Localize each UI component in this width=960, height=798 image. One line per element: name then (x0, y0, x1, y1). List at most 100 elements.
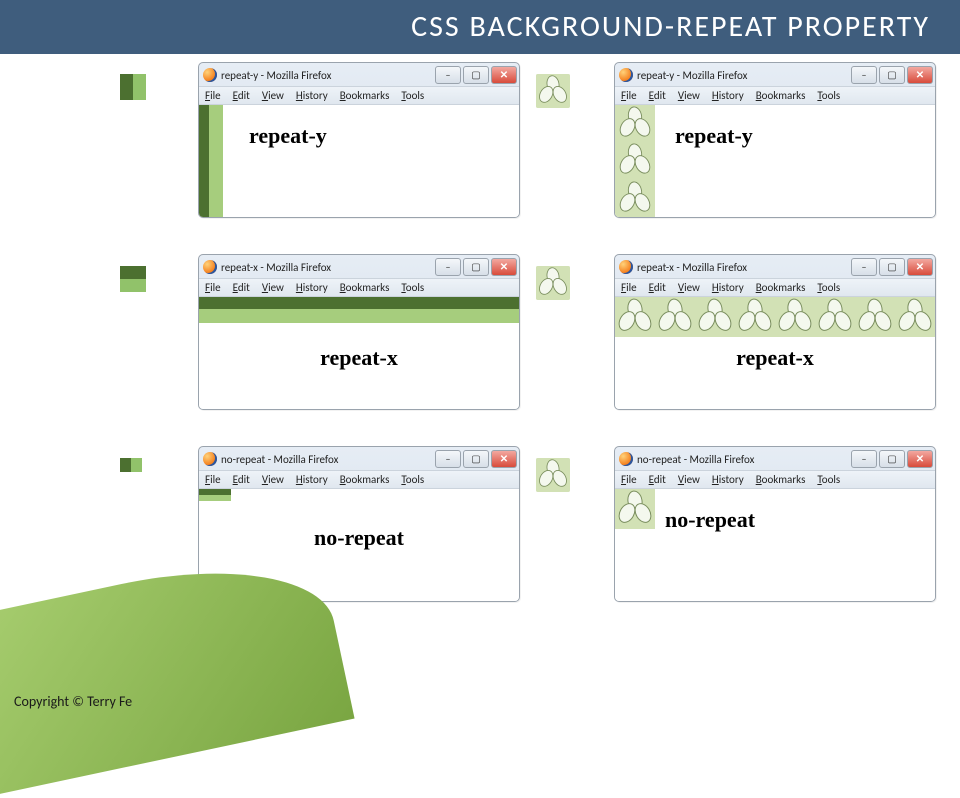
close-button[interactable]: ✕ (907, 66, 933, 84)
copyright-text: Copyright © Terry Fe (14, 693, 132, 710)
minimize-button[interactable]: – (851, 450, 877, 468)
bg-stripe-dark (199, 105, 209, 217)
window-titlebar: no-repeat - Mozilla Firefox – ▢ ✕ (199, 447, 519, 470)
browser-window-repeat-y-flower: repeat-y - Mozilla Firefox – ▢ ✕ File Ed… (614, 62, 936, 218)
window-titlebar: repeat-x - Mozilla Firefox – ▢ ✕ (199, 255, 519, 278)
menu-file[interactable]: File (621, 89, 637, 102)
demo-label: no-repeat (199, 525, 519, 551)
menu-view[interactable]: View (678, 89, 700, 102)
menu-history[interactable]: History (712, 89, 744, 102)
menu-edit[interactable]: Edit (649, 473, 666, 486)
menu-edit[interactable]: Edit (649, 89, 666, 102)
firefox-icon (619, 452, 633, 466)
slide: CSS BACKGROUND-REPEAT PROPERTY repeat-y … (0, 0, 960, 720)
minimize-button[interactable]: – (435, 450, 461, 468)
firefox-icon (203, 452, 217, 466)
window-title: no-repeat - Mozilla Firefox (221, 453, 435, 466)
menu-tools[interactable]: Tools (401, 89, 424, 102)
close-button[interactable]: ✕ (491, 450, 517, 468)
demo-label: no-repeat (665, 507, 755, 533)
menu-bookmarks[interactable]: Bookmarks (756, 89, 806, 102)
menu-tools[interactable]: Tools (401, 281, 424, 294)
menu-edit[interactable]: Edit (233, 89, 250, 102)
viewport: no-repeat (615, 489, 935, 601)
slide-title: CSS BACKGROUND-REPEAT PROPERTY (0, 0, 960, 54)
maximize-button[interactable]: ▢ (879, 66, 905, 84)
menu-bookmarks[interactable]: Bookmarks (756, 473, 806, 486)
menu-history[interactable]: History (296, 281, 328, 294)
bullet-swatch-no-repeat (120, 458, 142, 472)
flower-icon (536, 458, 570, 492)
firefox-icon (203, 260, 217, 274)
menu-view[interactable]: View (678, 473, 700, 486)
menu-file[interactable]: File (205, 473, 221, 486)
menu-view[interactable]: View (678, 281, 700, 294)
bg-swatch-light (199, 495, 231, 501)
bg-flower-column (615, 105, 655, 217)
demo-label: repeat-y (675, 123, 753, 149)
menu-tools[interactable]: Tools (817, 473, 840, 486)
window-titlebar: repeat-y - Mozilla Firefox – ▢ ✕ (615, 63, 935, 86)
menu-tools[interactable]: Tools (817, 89, 840, 102)
menu-view[interactable]: View (262, 281, 284, 294)
minimize-button[interactable]: – (851, 66, 877, 84)
maximize-button[interactable]: ▢ (463, 66, 489, 84)
menu-view[interactable]: View (262, 473, 284, 486)
menu-tools[interactable]: Tools (817, 281, 840, 294)
maximize-button[interactable]: ▢ (463, 258, 489, 276)
menu-bookmarks[interactable]: Bookmarks (756, 281, 806, 294)
close-button[interactable]: ✕ (907, 258, 933, 276)
menu-file[interactable]: File (205, 89, 221, 102)
bullet-swatch-repeat-y (120, 74, 146, 100)
close-button[interactable]: ✕ (907, 450, 933, 468)
flower-icon (536, 74, 570, 108)
browser-window-repeat-y-color: repeat-y - Mozilla Firefox – ▢ ✕ File Ed… (198, 62, 520, 218)
window-title: repeat-x - Mozilla Firefox (637, 261, 851, 274)
menu-bar: File Edit View History Bookmarks Tools (199, 86, 519, 105)
bullet-swatch-flower (536, 458, 570, 492)
minimize-button[interactable]: – (435, 66, 461, 84)
menu-edit[interactable]: Edit (233, 281, 250, 294)
bg-flower-single (615, 489, 655, 529)
bg-flower-row (615, 297, 935, 337)
menu-file[interactable]: File (621, 473, 637, 486)
menu-view[interactable]: View (262, 89, 284, 102)
viewport: repeat-x (199, 297, 519, 409)
firefox-icon (619, 68, 633, 82)
menu-file[interactable]: File (621, 281, 637, 294)
menu-file[interactable]: File (205, 281, 221, 294)
close-button[interactable]: ✕ (491, 66, 517, 84)
maximize-button[interactable]: ▢ (879, 258, 905, 276)
window-title: repeat-y - Mozilla Firefox (637, 69, 851, 82)
menu-tools[interactable]: Tools (401, 473, 424, 486)
menu-edit[interactable]: Edit (233, 473, 250, 486)
menu-bookmarks[interactable]: Bookmarks (340, 89, 390, 102)
bg-stripe-light (209, 105, 223, 217)
maximize-button[interactable]: ▢ (879, 450, 905, 468)
flower-icon (536, 266, 570, 300)
maximize-button[interactable]: ▢ (463, 450, 489, 468)
minimize-button[interactable]: – (851, 258, 877, 276)
bullet-swatch-repeat-x (120, 266, 146, 292)
menu-bar: File Edit View History Bookmarks Tools (615, 470, 935, 489)
menu-history[interactable]: History (296, 89, 328, 102)
firefox-icon (203, 68, 217, 82)
menu-bookmarks[interactable]: Bookmarks (340, 281, 390, 294)
viewport: repeat-x (615, 297, 935, 409)
bullet-swatch-flower (536, 266, 570, 300)
close-button[interactable]: ✕ (491, 258, 517, 276)
menu-bar: File Edit View History Bookmarks Tools (199, 470, 519, 489)
menu-history[interactable]: History (712, 281, 744, 294)
menu-history[interactable]: History (296, 473, 328, 486)
minimize-button[interactable]: – (435, 258, 461, 276)
menu-bookmarks[interactable]: Bookmarks (340, 473, 390, 486)
content-grid: repeat-y - Mozilla Firefox – ▢ ✕ File Ed… (0, 54, 960, 626)
demo-label: repeat-x (615, 345, 935, 371)
menu-edit[interactable]: Edit (649, 281, 666, 294)
bg-stripe-light (199, 309, 519, 323)
bullet-swatch-flower (536, 74, 570, 108)
firefox-icon (619, 260, 633, 274)
menu-history[interactable]: History (712, 473, 744, 486)
menu-bar: File Edit View History Bookmarks Tools (199, 278, 519, 297)
browser-window-no-repeat-flower: no-repeat - Mozilla Firefox – ▢ ✕ File E… (614, 446, 936, 602)
